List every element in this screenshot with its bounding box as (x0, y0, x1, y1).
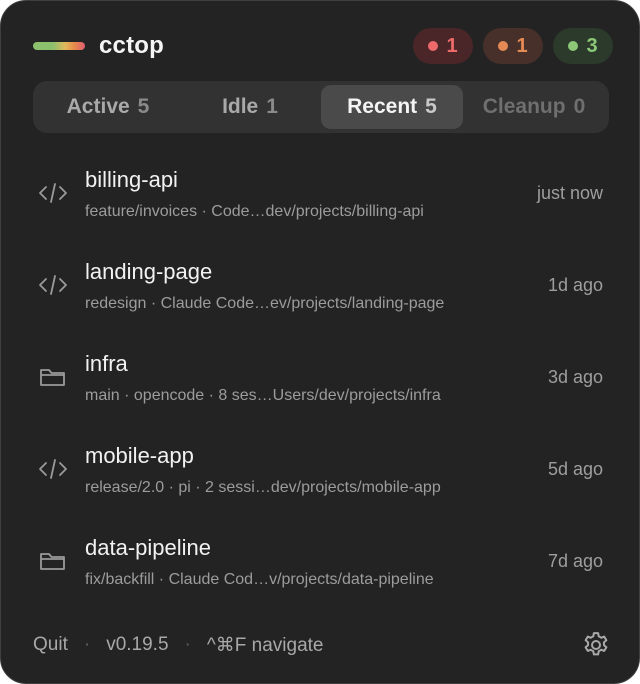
session-name: infra (85, 351, 128, 376)
version-label: v0.19.5 (106, 634, 169, 655)
list-item[interactable]: infra main · opencode · 8 ses…Users/dev/… (1, 331, 639, 423)
session-time: 1d ago (547, 275, 603, 295)
session-detail: main · opencode · 8 ses…Users/dev/projec… (85, 387, 441, 404)
session-detail: feature/invoices · Code…dev/projects/bil… (85, 203, 424, 220)
footer: Quit · v0.19.5 · ^⌘F navigate (33, 629, 611, 661)
session-name: mobile-app (85, 443, 194, 468)
session-name: data-pipeline (85, 535, 211, 560)
separator: · (83, 634, 91, 655)
cctop-panel: cctop 1 1 3 Active 5 Idle 1 Recent 5 Cle… (0, 0, 640, 684)
tab-count: 5 (425, 95, 437, 118)
folder-icon (40, 553, 65, 570)
quit-button[interactable]: Quit (33, 634, 68, 656)
session-time: 3d ago (547, 367, 603, 387)
session-name: landing-page (85, 259, 213, 284)
gear-icon[interactable] (581, 630, 611, 660)
error-count-badge[interactable]: 1 (413, 28, 473, 64)
badge-count: 1 (516, 34, 528, 57)
tab-count: 0 (573, 95, 586, 118)
tab-idle[interactable]: Idle 1 (179, 85, 321, 129)
logo-bar (33, 42, 85, 50)
tab-bar: Active 5 Idle 1 Recent 5 Cleanup 0 (33, 81, 609, 133)
badge-count: 3 (586, 34, 598, 57)
header: cctop 1 1 3 (33, 25, 613, 67)
session-detail: fix/backfill · Claude Cod…v/projects/dat… (85, 571, 434, 588)
code-icon (39, 183, 67, 203)
session-name: billing-api (85, 167, 178, 192)
code-icon (39, 275, 67, 295)
waiting-count-badge[interactable]: 1 (483, 28, 543, 64)
tab-active[interactable]: Active 5 (37, 85, 179, 129)
session-time: 7d ago (547, 551, 603, 571)
tab-label: Cleanup (482, 95, 566, 118)
session-detail: redesign · Claude Code…ev/projects/landi… (85, 295, 445, 312)
separator: · (184, 634, 191, 655)
tab-label: Idle (222, 95, 259, 118)
folder-icon (40, 369, 65, 386)
session-time: 5d ago (547, 459, 603, 479)
status-badges: 1 1 3 (413, 28, 613, 64)
code-icon (39, 459, 67, 479)
tab-count: 5 (137, 95, 150, 118)
tab-recent[interactable]: Recent 5 (321, 85, 463, 129)
tab-label: Recent (347, 95, 418, 118)
list-item[interactable]: billing-api feature/invoices · Code…dev/… (1, 147, 639, 239)
tab-label: Active (66, 95, 130, 118)
session-list: billing-api feature/invoices · Code…dev/… (1, 147, 639, 607)
session-detail: release/2.0 · pi · 2 sessi…dev/projects/… (85, 479, 441, 496)
active-count-badge[interactable]: 3 (553, 28, 613, 64)
app-title: cctop (99, 32, 165, 59)
list-item[interactable]: mobile-app release/2.0 · pi · 2 sessi…de… (1, 423, 639, 515)
list-item[interactable]: landing-page redesign · Claude Code…ev/p… (1, 239, 639, 331)
tab-cleanup[interactable]: Cleanup 0 (463, 85, 605, 129)
badge-count: 1 (446, 34, 458, 57)
orange-dot-icon (498, 41, 509, 51)
red-dot-icon (428, 41, 439, 51)
list-item[interactable]: data-pipeline fix/backfill · Claude Cod…… (1, 515, 639, 607)
green-dot-icon (568, 41, 579, 51)
shortcut-hint: ^⌘F navigate (206, 634, 324, 656)
tab-count: 1 (266, 95, 278, 118)
session-time: just now (536, 183, 603, 203)
